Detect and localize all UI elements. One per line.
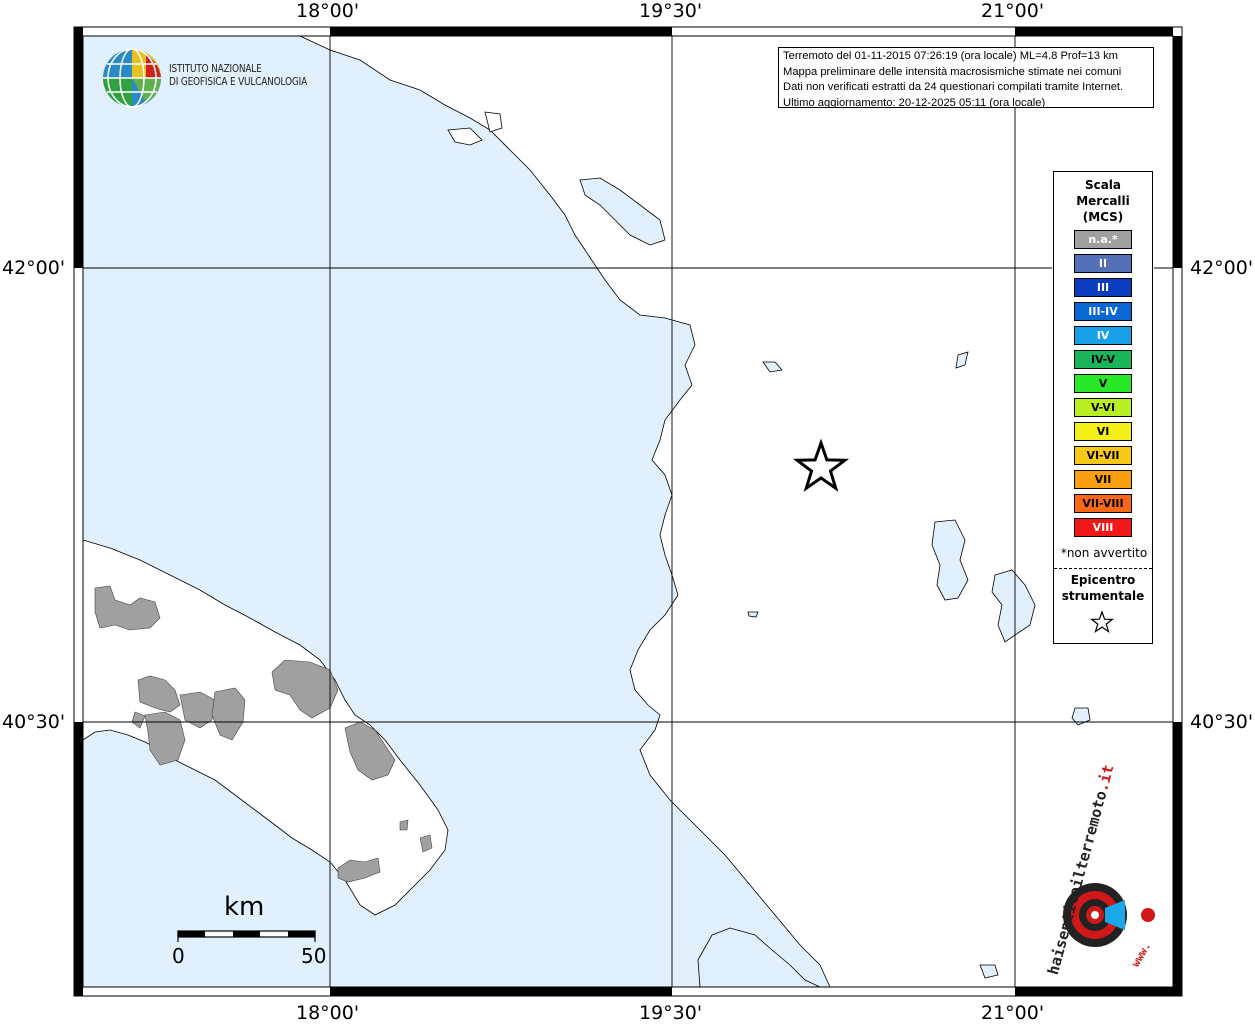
globe-icon <box>103 48 161 108</box>
tick-left-1: 42°00' <box>2 257 66 279</box>
legend-note: *non avvertito <box>1060 546 1148 560</box>
frame-bar <box>74 722 83 987</box>
frame-bar <box>74 27 83 36</box>
legend-item: VII <box>1074 470 1132 489</box>
info-line-4: Ultimo aggiornamento: 20-12-2025 05:11 (… <box>783 96 1046 108</box>
frame-bar <box>1015 27 1173 36</box>
legend-epi-1: Epicentro <box>1070 573 1136 587</box>
tick-bottom-1: 18°00' <box>296 1002 360 1024</box>
ingv-logo: ISTITUTO NAZIONALE DI GEOFISICA E VULCAN… <box>101 47 321 111</box>
legend-epi-2: strumentale <box>1061 589 1145 603</box>
legend-item: III-IV <box>1074 302 1132 321</box>
ingv-line-2: DI GEOFISICA E VULCANOLOGIA <box>169 76 308 88</box>
legend-item: V <box>1074 374 1132 393</box>
frame-bar <box>330 27 672 36</box>
legend-item: II <box>1074 254 1132 273</box>
legend-item: V-VI <box>1074 398 1132 417</box>
scale-unit: km <box>224 892 265 922</box>
frame-bar <box>1015 987 1173 996</box>
frame-bar <box>1173 36 1182 268</box>
legend-item: IV <box>1074 326 1132 345</box>
legend-title-2: Mercalli <box>1076 194 1130 208</box>
ingv-name: ISTITUTO NAZIONALE DI GEOFISICA E VULCAN… <box>169 63 307 89</box>
info-line-3: Dati non verificati estratti da 24 quest… <box>783 81 1124 93</box>
legend-title-3: (MCS) <box>1082 210 1124 224</box>
tick-top-3: 21°00' <box>981 0 1045 22</box>
tick-right-1: 42°00' <box>1190 257 1254 279</box>
tick-left-2: 40°30' <box>2 711 66 733</box>
frame-bar <box>74 36 83 268</box>
legend-item: III <box>1074 278 1132 297</box>
scale-bar: km 0 50 <box>172 892 336 972</box>
scale-start: 0 <box>172 944 185 968</box>
tick-bottom-2: 19°30' <box>639 1002 703 1024</box>
frame-bar <box>330 987 672 996</box>
frame-bar <box>1173 987 1182 996</box>
frame-bar <box>1173 722 1182 987</box>
legend-epicenter-label: Epicentro strumentale <box>1054 572 1152 604</box>
tick-top-1: 18°00' <box>296 0 360 22</box>
info-line-1: Terremoto del 01-11-2015 07:26:19 (ora l… <box>783 50 1118 62</box>
tick-top-2: 19°30' <box>639 0 703 22</box>
tick-bottom-3: 21°00' <box>981 1002 1045 1024</box>
legend-separator <box>1054 568 1152 569</box>
tick-right-2: 40°30' <box>1190 711 1254 733</box>
legend-title-1: Scala <box>1084 178 1122 192</box>
legend-item: VII-VIII <box>1074 494 1132 513</box>
frame-bar <box>74 987 83 996</box>
legend-item: IV-V <box>1074 350 1132 369</box>
lake <box>747 611 759 618</box>
event-info-box: Terremoto del 01-11-2015 07:26:19 (ora l… <box>778 47 1154 108</box>
legend-item: VIII <box>1074 518 1132 537</box>
legend-title: Scala Mercalli (MCS) <box>1054 177 1152 225</box>
hsi-logo: haisentitoilterremoto.it www. <box>1030 763 1170 980</box>
ingv-line-1: ISTITUTO NAZIONALE <box>169 63 262 75</box>
legend-item: n.a.* <box>1074 230 1132 249</box>
mcs-legend: Scala Mercalli (MCS) n.a.* II III III-IV IV I… <box>1053 171 1153 644</box>
legend-item: VI-VII <box>1074 446 1132 465</box>
scale-end: 50 <box>301 944 327 968</box>
star-icon <box>1090 610 1114 633</box>
info-line-2: Mappa preliminare delle intensità macros… <box>783 65 1122 78</box>
legend-item: VI <box>1074 422 1132 441</box>
felt-area <box>399 819 409 831</box>
